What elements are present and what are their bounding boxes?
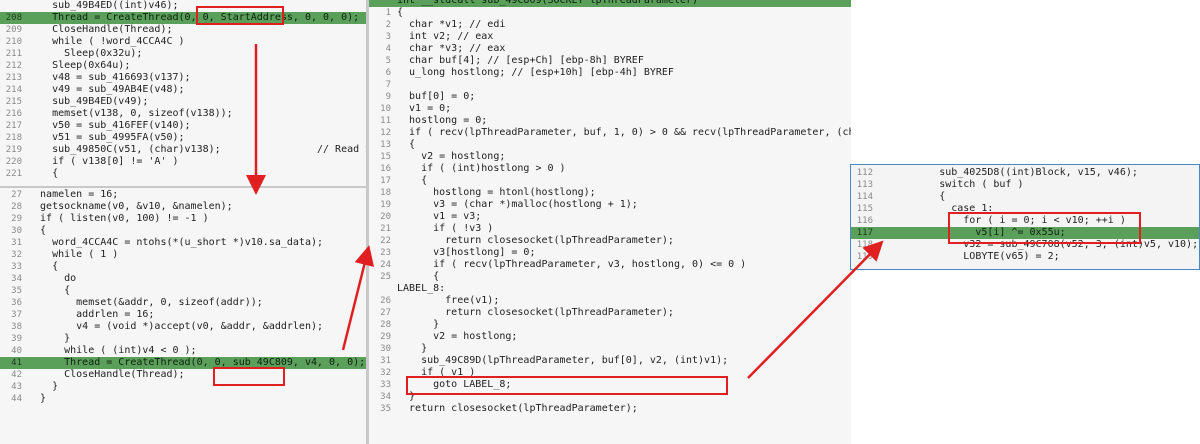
- arrow-to-sub-49c809: [341, 245, 375, 351]
- arrow-to-xor-panel: [747, 240, 884, 379]
- annotation-arrows: [246, 44, 884, 379]
